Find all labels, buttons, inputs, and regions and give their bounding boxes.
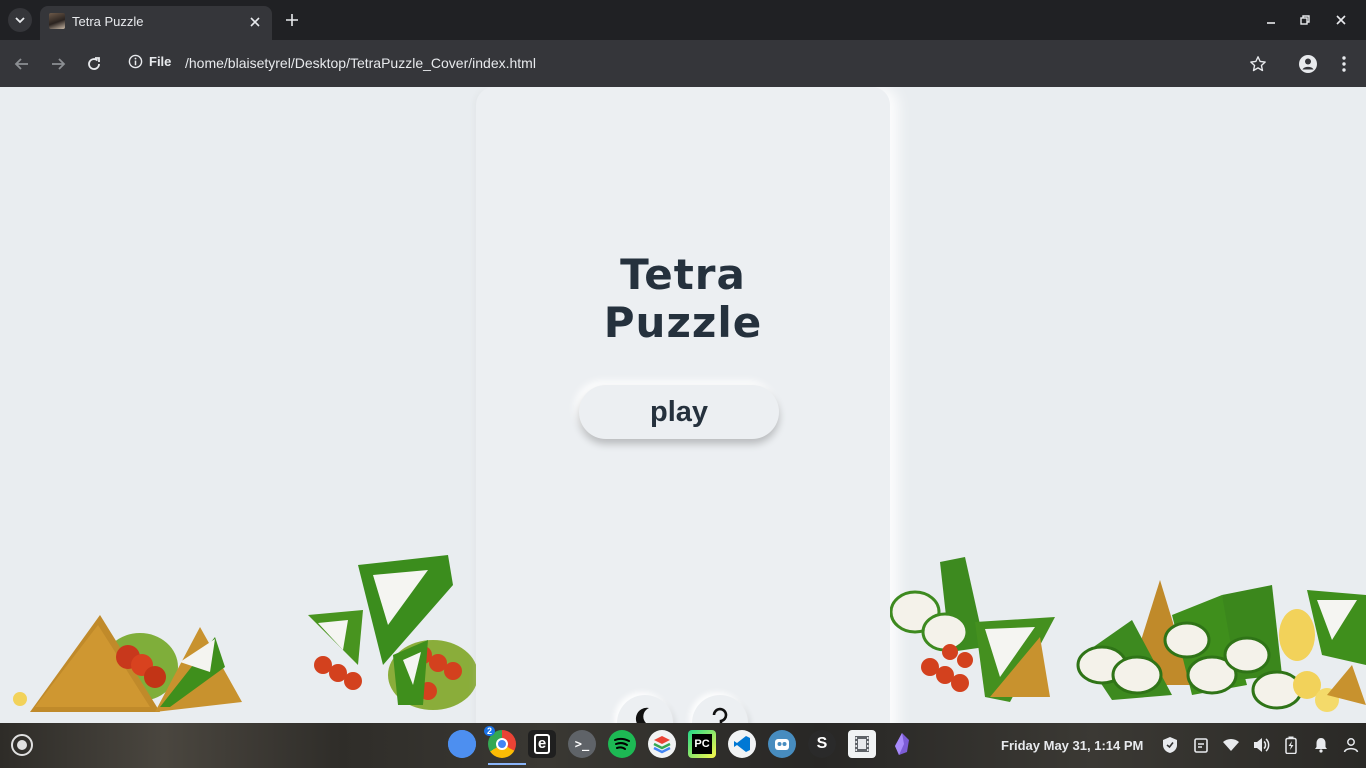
arrow-left-icon <box>14 58 28 70</box>
spotify-icon <box>614 737 630 750</box>
address-bar[interactable]: /home/blaisetyrel/Desktop/TetraPuzzle_Co… <box>185 55 536 71</box>
obsidian-icon <box>895 733 909 755</box>
browser-toolbar: File /home/blaisetyrel/Desktop/TetraPuzz… <box>0 40 1366 87</box>
title-line-1: Tetra <box>620 250 746 299</box>
shelf-app-chrome[interactable]: 2 <box>484 726 526 765</box>
account-icon <box>1299 55 1317 73</box>
close-window-button[interactable] <box>1331 10 1351 30</box>
tray-battery[interactable] <box>1281 735 1301 755</box>
tray-shield[interactable] <box>1160 735 1180 755</box>
info-icon <box>128 54 143 69</box>
shelf-app-godot[interactable] <box>768 730 796 758</box>
shelf-app-terminal[interactable]: >_ <box>568 730 596 758</box>
close-icon <box>1336 15 1346 25</box>
forward-button[interactable] <box>46 52 70 76</box>
page-viewport: Tetra Puzzle play <box>0 87 1366 723</box>
terminal-icon: >_ <box>574 737 590 751</box>
site-label: File <box>149 54 172 69</box>
menu-button[interactable] <box>1332 52 1356 76</box>
shelf-app-s[interactable]: S <box>808 730 836 758</box>
food-illustration-center-left <box>308 555 478 710</box>
minimize-icon <box>1267 22 1275 24</box>
person-icon <box>1343 738 1359 753</box>
tab-active[interactable]: Tetra Puzzle <box>40 6 272 40</box>
plus-icon <box>286 14 298 26</box>
battery-icon <box>1285 736 1297 754</box>
chevron-down-icon <box>15 17 25 24</box>
tray-notifications[interactable] <box>1311 735 1331 755</box>
clock[interactable]: Friday May 31, 1:14 PM <box>1001 738 1143 753</box>
play-button[interactable]: play <box>579 385 779 439</box>
vscode-icon <box>734 736 750 752</box>
theme-toggle-button[interactable] <box>617 695 673 723</box>
moon-icon <box>635 707 649 723</box>
tray-volume[interactable] <box>1251 735 1271 755</box>
shelf-app-vscode[interactable] <box>728 730 756 758</box>
shelf-app-text-editor[interactable]: e <box>528 730 556 758</box>
godot-icon <box>775 739 789 750</box>
shelf-app-pycharm[interactable]: PC <box>688 730 716 758</box>
layers-icon <box>653 736 671 754</box>
files-icon <box>448 730 476 758</box>
food-illustration-right <box>1076 580 1366 712</box>
restore-button[interactable] <box>1295 10 1315 30</box>
chrome-icon <box>496 738 508 750</box>
close-icon <box>250 17 260 27</box>
minimize-button[interactable] <box>1261 10 1281 30</box>
game-card: Tetra Puzzle play <box>476 87 890 723</box>
tab-strip: Tetra Puzzle <box>0 0 1366 40</box>
game-title: Tetra Puzzle <box>476 251 890 347</box>
restore-icon <box>1300 15 1310 25</box>
pycharm-icon: PC <box>692 734 712 754</box>
tab-search-button[interactable] <box>8 8 32 32</box>
title-line-2: Puzzle <box>603 298 763 347</box>
bell-icon <box>1315 738 1327 753</box>
shelf-app-video-player[interactable] <box>848 730 876 758</box>
site-info-button[interactable]: File <box>128 54 171 69</box>
star-icon <box>1250 56 1266 72</box>
help-button[interactable] <box>692 695 748 723</box>
volume-icon <box>1254 738 1270 752</box>
new-tab-button[interactable] <box>281 9 303 31</box>
reload-button[interactable] <box>82 52 106 76</box>
reload-icon <box>88 57 100 70</box>
wifi-icon <box>1223 738 1239 751</box>
food-illustration-left <box>13 615 242 712</box>
question-icon <box>712 707 728 723</box>
taskbar: 2 e >_ PC S Friday May 31, 1:14 PM <box>0 723 1366 768</box>
notification-badge: 2 <box>484 726 496 736</box>
shield-icon <box>1163 737 1177 753</box>
bookmark-button[interactable] <box>1246 52 1270 76</box>
tray-clipboard[interactable] <box>1191 735 1211 755</box>
shelf-app-obsidian[interactable] <box>888 730 916 758</box>
film-icon <box>855 736 869 752</box>
tab-close-button[interactable] <box>246 13 264 31</box>
shelf-app-files[interactable] <box>448 730 476 758</box>
launcher-button[interactable] <box>11 734 33 756</box>
s-app-icon: S <box>816 735 828 752</box>
more-vertical-icon <box>1342 56 1346 72</box>
back-button[interactable] <box>10 52 34 76</box>
shelf-app-layers[interactable] <box>648 730 676 758</box>
clipboard-icon <box>1194 738 1208 753</box>
food-illustration-center-right <box>890 557 1055 702</box>
tab-title: Tetra Puzzle <box>72 14 144 29</box>
text-editor-icon: e <box>533 734 551 754</box>
favicon-icon <box>49 13 65 29</box>
tray-account[interactable] <box>1341 735 1361 755</box>
tray-wifi[interactable] <box>1221 735 1241 755</box>
shelf-app-spotify[interactable] <box>608 730 636 758</box>
profile-button[interactable] <box>1296 52 1320 76</box>
arrow-right-icon <box>52 58 66 70</box>
